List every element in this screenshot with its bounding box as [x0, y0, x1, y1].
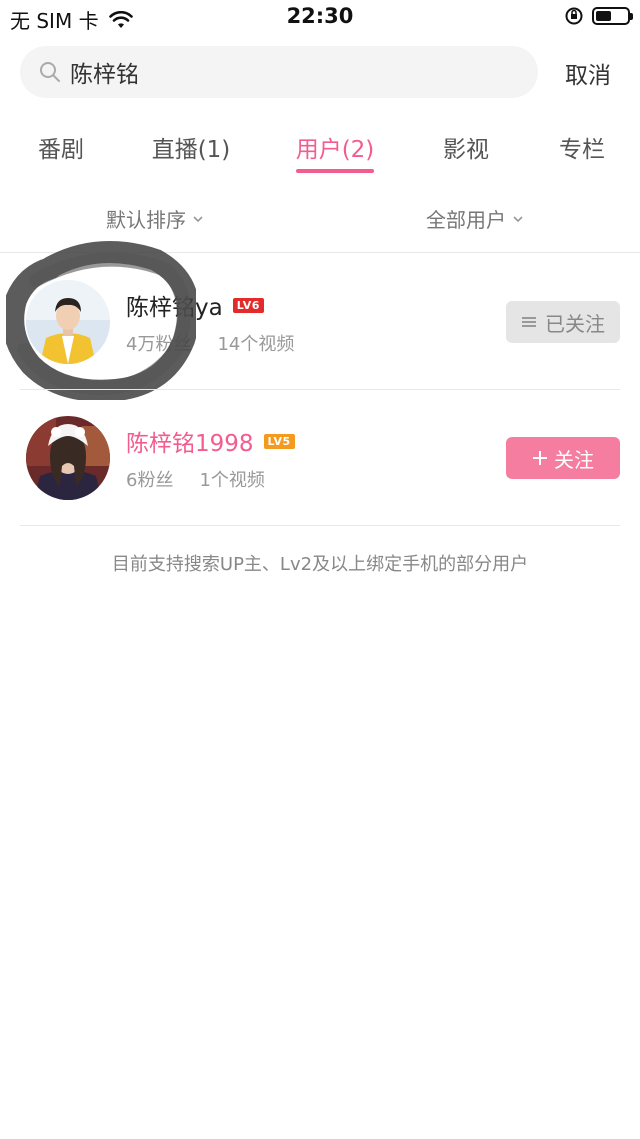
fans-count: 6粉丝	[126, 470, 174, 491]
user-stats: 6粉丝 1个视频	[126, 466, 265, 492]
sort-label: 默认排序	[106, 208, 186, 232]
plus-icon	[533, 451, 547, 465]
followed-button-label: 已关注	[545, 311, 605, 336]
tab-bangumi[interactable]: 番剧	[3, 130, 119, 164]
level-badge: LV5	[263, 433, 295, 449]
avatar[interactable]	[26, 280, 110, 364]
user-result-item[interactable]: 陈梓铭ya LV6 4万粉丝 14个视频 已关注	[0, 254, 640, 390]
tab-live[interactable]: 直播(1)	[133, 130, 249, 164]
divider	[0, 252, 640, 253]
video-count: 1个视频	[199, 470, 265, 491]
active-tab-indicator	[296, 169, 374, 173]
tab-users[interactable]: 用户(2)	[277, 130, 393, 164]
orientation-lock-icon	[565, 7, 583, 25]
menu-icon	[522, 317, 536, 327]
user-type-dropdown[interactable]: 全部用户	[426, 204, 524, 233]
chevron-down-icon	[193, 215, 203, 222]
user-result-item[interactable]: 陈梓铭1998 LV5 6粉丝 1个视频 关注	[0, 390, 640, 526]
result-tabs: 番剧 直播(1) 用户(2) 影视 专栏	[0, 118, 640, 180]
user-stats: 4万粉丝 14个视频	[126, 330, 294, 356]
user-name[interactable]: 陈梓铭1998 LV5	[126, 424, 295, 458]
user-name[interactable]: 陈梓铭ya LV6	[126, 288, 264, 322]
sort-dropdown[interactable]: 默认排序	[106, 204, 204, 233]
follow-button[interactable]: 关注	[506, 437, 620, 479]
avatar[interactable]	[26, 416, 110, 500]
search-input[interactable]: 陈梓铭	[70, 55, 139, 89]
tab-articles[interactable]: 专栏	[524, 130, 640, 164]
clock: 22:30	[286, 4, 354, 28]
divider	[20, 525, 620, 526]
chevron-down-icon	[513, 215, 523, 222]
user-name-text: 陈梓铭1998	[126, 431, 254, 457]
status-right	[564, 6, 633, 26]
filter-bar: 默认排序 全部用户	[0, 194, 640, 242]
cancel-button[interactable]: 取消	[556, 56, 620, 90]
followed-button[interactable]: 已关注	[506, 301, 620, 343]
fans-count: 4万粉丝	[126, 334, 192, 355]
tab-movies[interactable]: 影视	[408, 130, 524, 164]
status-bar: 无 SIM 卡 22:30	[0, 0, 640, 36]
level-badge: LV6	[232, 297, 264, 313]
battery-fill	[596, 11, 611, 21]
search-icon	[40, 62, 60, 82]
search-bar[interactable]: 陈梓铭	[20, 46, 538, 98]
user-name-text: 陈梓铭ya	[126, 295, 223, 321]
search-notice: 目前支持搜索UP主、Lv2及以上绑定手机的部分用户	[111, 554, 529, 575]
battery-icon	[592, 7, 633, 25]
follow-button-label: 关注	[554, 447, 594, 472]
user-type-label: 全部用户	[426, 208, 506, 232]
video-count: 14个视频	[217, 334, 295, 355]
